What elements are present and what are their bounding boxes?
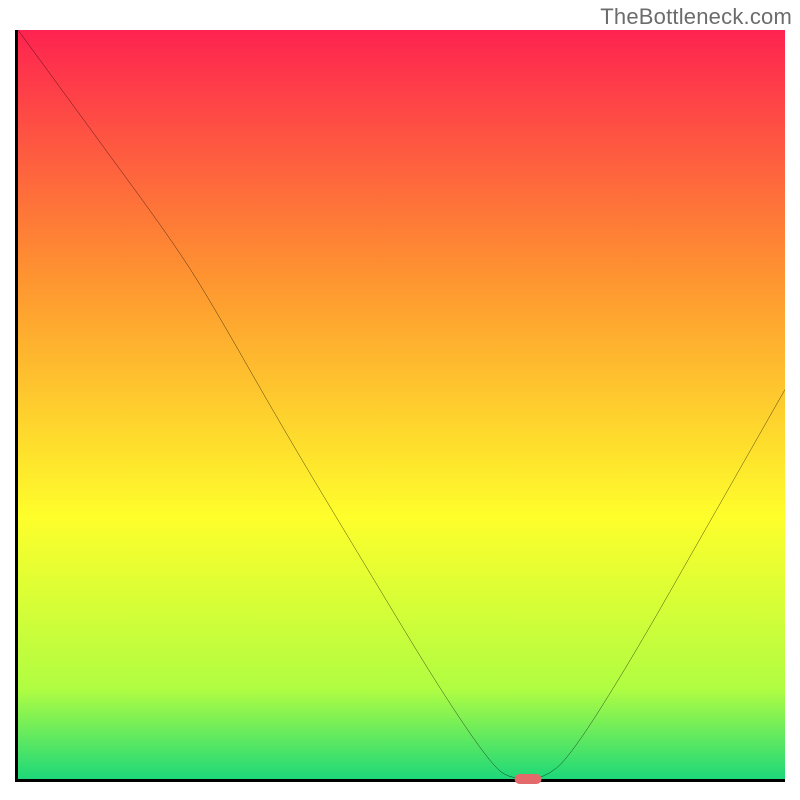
optimal-marker xyxy=(515,774,542,784)
plot-area xyxy=(15,30,785,782)
bottleneck-curve xyxy=(18,30,785,779)
chart-canvas: TheBottleneck.com xyxy=(0,0,800,800)
attribution-text: TheBottleneck.com xyxy=(600,4,792,30)
